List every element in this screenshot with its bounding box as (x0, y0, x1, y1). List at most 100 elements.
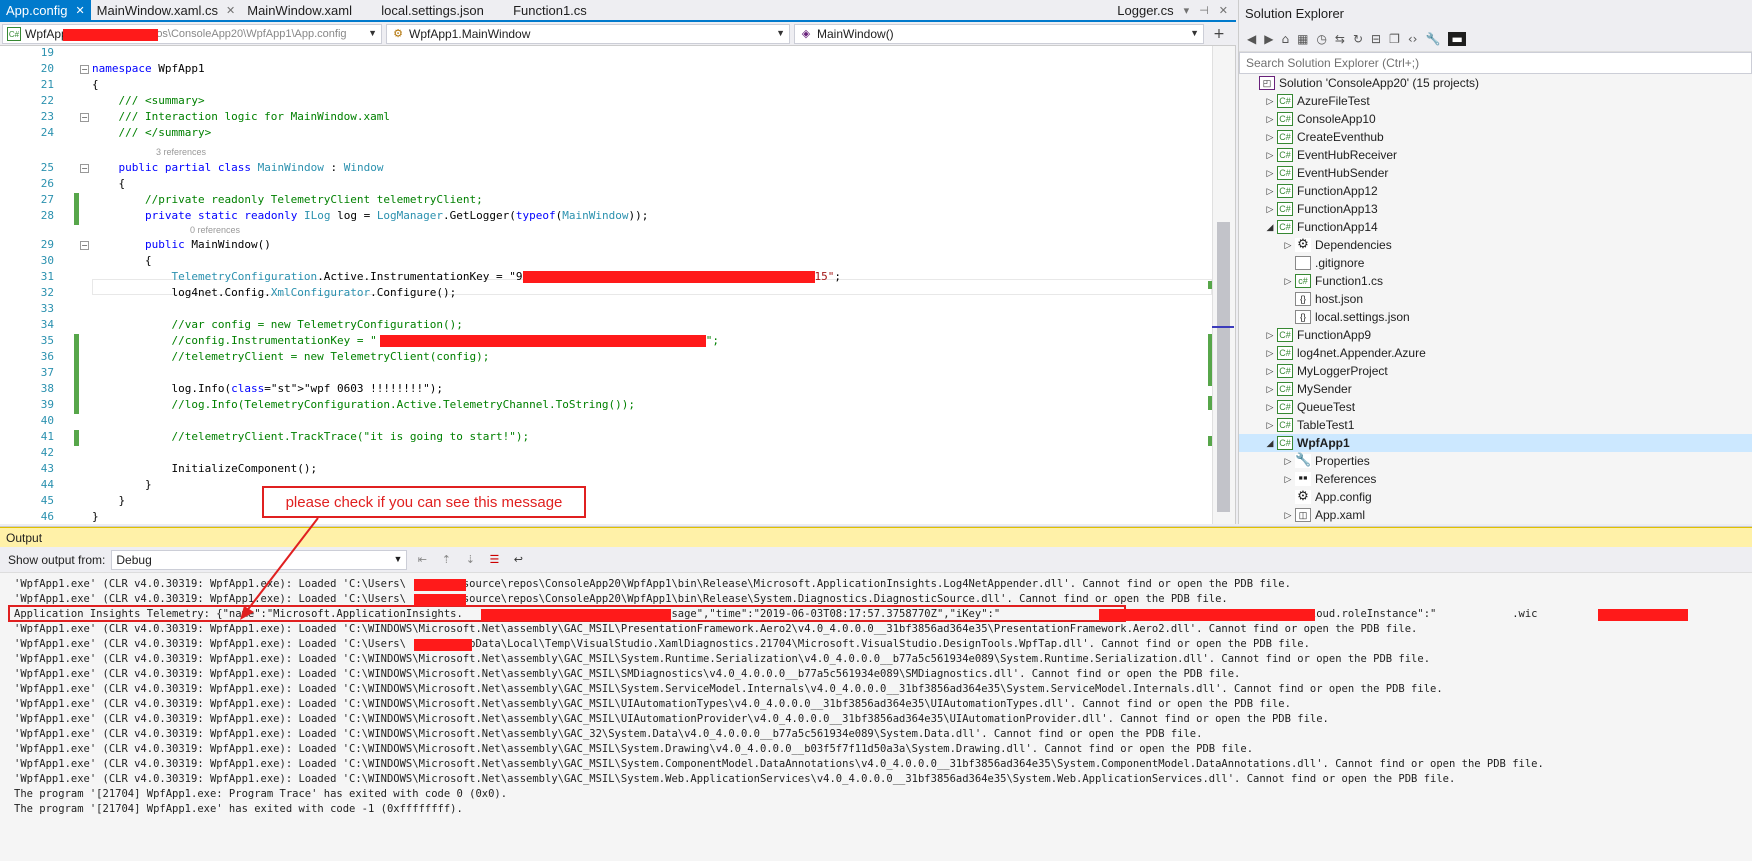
tree-item[interactable]: ▷ C# ConsoleApp10 (1239, 110, 1752, 128)
tree-item[interactable]: ▷ C# FunctionApp13 (1239, 200, 1752, 218)
tree-item[interactable]: .gitignore (1239, 254, 1752, 272)
code-line[interactable]: } (92, 510, 99, 523)
tree-item[interactable]: ◰ Solution 'ConsoleApp20' (15 projects) (1239, 74, 1752, 92)
refresh-icon[interactable]: ↻ (1353, 32, 1363, 46)
home-icon[interactable]: ⌂ (1281, 32, 1289, 46)
show-all-files-icon[interactable]: ❐ (1389, 32, 1400, 46)
tree-item[interactable]: ▷ ◫ App.xaml (1239, 506, 1752, 524)
preview-selected-icon[interactable]: ▬ (1448, 31, 1466, 46)
code-line[interactable]: /// <summary> (92, 94, 204, 107)
collapse-all-icon[interactable]: ⊟ (1371, 32, 1381, 46)
collapsed-arrow-icon[interactable]: ▷ (1263, 204, 1277, 215)
tree-item[interactable]: ▷ C# FunctionApp9 (1239, 326, 1752, 344)
clear-all-icon[interactable]: ☰ (485, 551, 503, 569)
code-line[interactable]: { (92, 177, 125, 190)
next-message-icon[interactable]: ⇣ (461, 551, 479, 569)
collapsed-arrow-icon[interactable]: ▷ (1281, 510, 1295, 521)
collapsed-arrow-icon[interactable]: ▷ (1281, 474, 1295, 485)
back-icon[interactable]: ◀ (1247, 32, 1256, 46)
close-icon[interactable]: ✕ (1219, 4, 1228, 17)
collapsed-arrow-icon[interactable]: ▷ (1263, 330, 1277, 341)
scrollbar-thumb[interactable] (1217, 222, 1230, 512)
collapsed-arrow-icon[interactable]: ▷ (1281, 456, 1295, 467)
close-icon[interactable]: ✕ (75, 4, 84, 17)
collapsed-arrow-icon[interactable]: ▷ (1281, 240, 1295, 251)
code-line[interactable]: private static readonly ILog log = LogMa… (92, 209, 648, 222)
code-line[interactable]: //log.Info(TelemetryConfiguration.Active… (92, 398, 635, 411)
collapsed-arrow-icon[interactable]: ▷ (1263, 348, 1277, 359)
member-dropdown[interactable]: ◈ MainWindow() ▼ (794, 24, 1204, 44)
tree-item[interactable]: ◢ C# WpfApp1 (1239, 434, 1752, 452)
previous-message-icon[interactable]: ⇡ (437, 551, 455, 569)
tree-item[interactable]: ⚙ App.config (1239, 488, 1752, 506)
collapsed-arrow-icon[interactable]: ▷ (1263, 384, 1277, 395)
sync-icon[interactable]: ⇆ (1335, 32, 1345, 46)
code-line[interactable]: /// </summary> (92, 126, 211, 139)
tree-item[interactable]: ▷ ⚙ Dependencies (1239, 236, 1752, 254)
code-view-icon[interactable]: ‹› (1408, 32, 1418, 46)
tree-item[interactable]: {} host.json (1239, 290, 1752, 308)
tab-mainwindow-xaml-cs[interactable]: MainWindow.xaml.cs ✕ (91, 0, 242, 20)
collapsed-arrow-icon[interactable]: ▷ (1263, 366, 1277, 377)
type-dropdown[interactable]: ⚙ WpfApp1.MainWindow ▼ (386, 24, 790, 44)
solution-explorer-search-input[interactable]: Search Solution Explorer (Ctrl+;) (1239, 52, 1752, 74)
forward-icon[interactable]: ▶ (1264, 32, 1273, 46)
code-line[interactable]: TelemetryConfiguration.Active.Instrument… (92, 270, 841, 283)
properties-wrench-icon[interactable]: 🔧 (1425, 32, 1440, 46)
code-line[interactable]: //telemetryClient = new TelemetryClient(… (92, 350, 489, 363)
code-line[interactable]: log4net.Config.XmlConfigurator.Configure… (92, 286, 456, 299)
expanded-arrow-icon[interactable]: ◢ (1263, 222, 1277, 233)
tree-item[interactable]: ▷ C# log4net.Appender.Azure (1239, 344, 1752, 362)
find-message-icon[interactable]: ⇤ (413, 551, 431, 569)
code-line[interactable]: //private readonly TelemetryClient telem… (92, 193, 483, 206)
tree-item[interactable]: ▷ C# QueueTest (1239, 398, 1752, 416)
split-icon[interactable]: + (1208, 24, 1230, 43)
close-icon[interactable]: ✕ (226, 4, 235, 17)
word-wrap-icon[interactable]: ↩ (509, 551, 527, 569)
tree-item[interactable]: {} local.settings.json (1239, 308, 1752, 326)
fold-toggle[interactable]: − (80, 113, 89, 122)
code-line[interactable]: InitializeComponent(); (92, 462, 317, 475)
fold-toggle[interactable]: − (80, 164, 89, 173)
tree-item[interactable]: ◢ C# FunctionApp14 (1239, 218, 1752, 236)
tree-item[interactable]: ▷ C# TableTest1 (1239, 416, 1752, 434)
collapsed-arrow-icon[interactable]: ▷ (1281, 276, 1295, 287)
tree-item[interactable]: ▷ 🔧 Properties (1239, 452, 1752, 470)
output-text[interactable]: 'WpfApp1.exe' (CLR v4.0.30319: WpfApp1.e… (0, 573, 1752, 817)
code-line[interactable]: public partial class MainWindow : Window (92, 161, 384, 174)
tab-local-settings-json[interactable]: local.settings.json ✕ (375, 0, 507, 20)
code-line[interactable]: //telemetryClient.TrackTrace("it is goin… (92, 430, 529, 443)
codelens-references[interactable]: 0 references (190, 225, 240, 235)
expanded-arrow-icon[interactable]: ◢ (1263, 438, 1277, 449)
code-line[interactable]: { (92, 78, 99, 91)
tree-item[interactable]: ▷ C# EventHubReceiver (1239, 146, 1752, 164)
project-dropdown[interactable]: C# WpfApp1 C:\Users\...\repos\ConsoleApp… (2, 24, 382, 44)
collapsed-arrow-icon[interactable]: ▷ (1263, 96, 1277, 107)
code-line[interactable]: namespace WpfApp1 (92, 62, 205, 75)
code-editor[interactable]: 19 20 21 22 23 24 25 26 27 28 29 30 31 32 33 34 35 36 37 38… (0, 46, 1236, 524)
pending-changes-icon[interactable]: ◷ (1316, 32, 1326, 46)
tree-item[interactable]: ▷ C# EventHubSender (1239, 164, 1752, 182)
tab-logger-cs[interactable]: Logger.cs (1117, 3, 1173, 18)
fold-toggle[interactable]: − (80, 65, 89, 74)
code-line[interactable]: } (92, 494, 125, 507)
code-line[interactable]: } (92, 478, 152, 491)
output-source-select[interactable]: Debug ▼ (111, 549, 408, 570)
code-line[interactable]: //config.InstrumentationKey = " "; (92, 334, 719, 347)
collapsed-arrow-icon[interactable]: ▷ (1263, 150, 1277, 161)
tree-item[interactable]: ▷ C# CreateEventhub (1239, 128, 1752, 146)
code-line[interactable]: public MainWindow() (92, 238, 271, 251)
collapsed-arrow-icon[interactable]: ▷ (1263, 186, 1277, 197)
collapsed-arrow-icon[interactable]: ▷ (1263, 168, 1277, 179)
chevron-down-icon[interactable]: ▾ (1184, 4, 1190, 17)
fold-toggle[interactable]: − (80, 241, 89, 250)
tab-app-config[interactable]: App.config ✕ (0, 0, 91, 20)
tab-function1-cs[interactable]: Function1.cs (507, 0, 593, 20)
tree-item[interactable]: ▷ C# MySender (1239, 380, 1752, 398)
tree-item[interactable]: ▷ C# MyLoggerProject (1239, 362, 1752, 380)
tree-item[interactable]: ▷ C# AzureFileTest (1239, 92, 1752, 110)
codelens-references[interactable]: 3 references (156, 147, 206, 157)
tree-item[interactable]: ▷ C# FunctionApp12 (1239, 182, 1752, 200)
collapsed-arrow-icon[interactable]: ▷ (1263, 402, 1277, 413)
pin-icon[interactable]: ⊣ (1199, 4, 1209, 17)
